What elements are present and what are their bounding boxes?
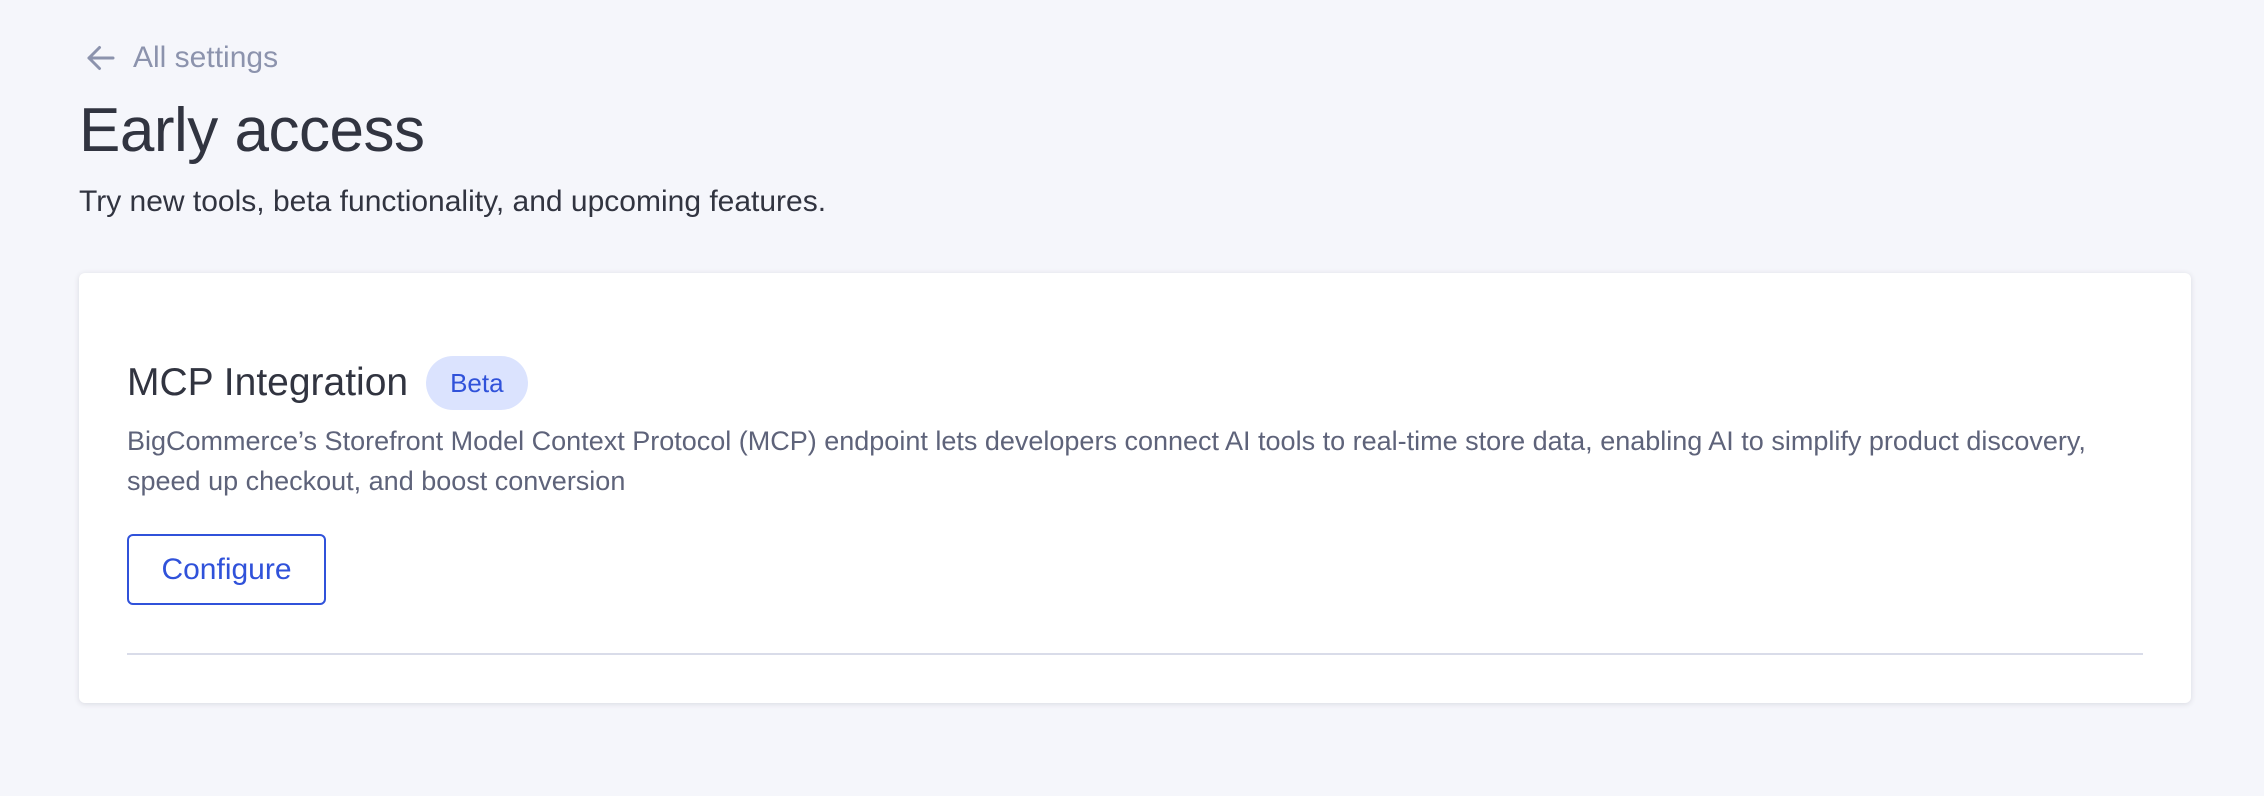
page-subtitle: Try new tools, beta functionality, and u… <box>79 185 827 218</box>
page-title: Early access <box>79 96 425 165</box>
card-divider <box>127 653 2143 655</box>
feature-description: BigCommerce’s Storefront Model Context P… <box>127 426 2086 496</box>
configure-button[interactable]: Configure <box>127 534 326 605</box>
beta-badge: Beta <box>426 356 528 410</box>
feature-title: MCP Integration <box>127 361 409 404</box>
feature-card-header: MCP Integration Beta <box>127 356 528 410</box>
back-to-all-settings-link[interactable]: All settings <box>83 38 278 78</box>
arrow-left-icon <box>83 40 119 76</box>
back-link-label: All settings <box>133 41 279 74</box>
